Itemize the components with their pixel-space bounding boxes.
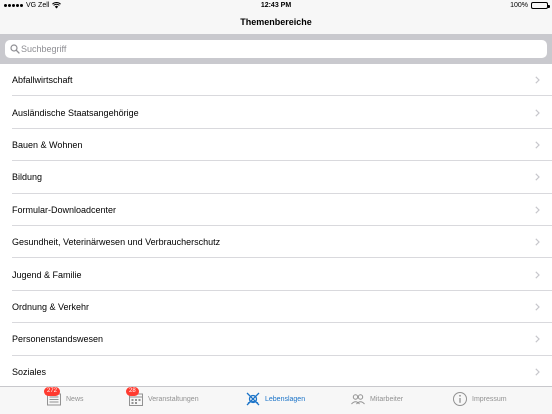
battery-percentage: 100% — [510, 2, 528, 9]
topic-list: Abfallwirtschaft Ausländische Staatsange… — [0, 64, 552, 386]
list-item-bildung[interactable]: Bildung — [0, 161, 552, 194]
chevron-right-icon — [535, 76, 540, 84]
chevron-right-icon — [535, 206, 540, 214]
chevron-right-icon — [535, 335, 540, 343]
tab-lebenslagen[interactable]: Lebenslagen — [245, 391, 305, 407]
list-item-personenstandswesen[interactable]: Personenstandswesen — [0, 323, 552, 356]
news-badge: 272 — [44, 387, 61, 396]
chevron-right-icon — [535, 270, 540, 279]
chevron-right-icon — [535, 141, 540, 149]
info-icon — [453, 392, 467, 406]
page-title: Themenbereiche — [240, 17, 312, 27]
people-icon — [351, 394, 365, 405]
tab-label: Lebenslagen — [265, 395, 306, 403]
list-item-label: Personenstandswesen — [12, 334, 104, 345]
tab-mitarbeiter[interactable]: Mitarbeiter — [350, 391, 403, 407]
chevron-right-icon — [535, 238, 540, 246]
search-box[interactable] — [5, 40, 547, 58]
list-item-jugend-familie[interactable]: Jugend & Familie — [0, 258, 552, 292]
list-item-label: Abfallwirtschaft — [12, 75, 73, 86]
chevron-right-icon — [535, 173, 540, 181]
list-item-label: Bauen & Wohnen — [12, 139, 83, 150]
list-item-gesundheit[interactable]: Gesundheit, Veterinärwesen und Verbrauch… — [0, 226, 552, 259]
status-bar: VG Zell 12:43 PM 100% — [0, 0, 552, 12]
chevron-right-icon — [535, 108, 540, 117]
search-bar — [0, 34, 552, 64]
list-item-bauen-wohnen[interactable]: Bauen & Wohnen — [0, 129, 552, 162]
list-item-label: Formular-Downloadcenter — [12, 204, 117, 215]
list-item-formular-downloadcenter[interactable]: Formular-Downloadcenter — [0, 194, 552, 227]
tab-label: Mitarbeiter — [370, 395, 404, 403]
tab-label: Impressum — [472, 395, 507, 403]
list-item-soziales[interactable]: Soziales — [0, 356, 552, 386]
tab-impressum[interactable]: Impressum — [452, 391, 507, 407]
list-item-ordnung-verkehr[interactable]: Ordnung & Verkehr — [0, 291, 552, 324]
list-item-label: Gesundheit, Veterinärwesen und Verbrauch… — [12, 237, 221, 248]
tab-label: News — [66, 395, 84, 403]
tab-bar: 272 News 28 Veranstaltungen Lebenslagen … — [0, 386, 552, 414]
tab-label: Veranstaltungen — [148, 395, 199, 403]
battery-icon — [531, 2, 550, 9]
list-item-label: Bildung — [12, 172, 43, 183]
status-time: 12:43 PM — [260, 2, 292, 9]
status-right: 100% — [510, 2, 550, 9]
chevron-right-icon — [535, 303, 540, 311]
list-item-label: Jugend & Familie — [12, 269, 82, 280]
navigation-bar: Themenbereiche — [0, 12, 552, 34]
list-item-label: Soziales — [12, 366, 47, 377]
chevron-right-icon — [535, 368, 540, 376]
list-item-label: Ordnung & Verkehr — [12, 301, 90, 312]
list-item-auslaendische-staatsangehoerige[interactable]: Ausländische Staatsangehörige — [0, 96, 552, 130]
tab-news[interactable]: 272 News — [44, 387, 84, 407]
search-icon — [10, 44, 20, 54]
list-item-label: Ausländische Staatsangehörige — [12, 107, 139, 118]
events-badge: 28 — [126, 387, 139, 396]
search-input[interactable] — [21, 40, 541, 58]
tab-veranstaltungen[interactable]: 28 Veranstaltungen — [126, 387, 199, 407]
compass-icon — [246, 392, 260, 406]
list-item-abfallwirtschaft[interactable]: Abfallwirtschaft — [0, 64, 552, 97]
